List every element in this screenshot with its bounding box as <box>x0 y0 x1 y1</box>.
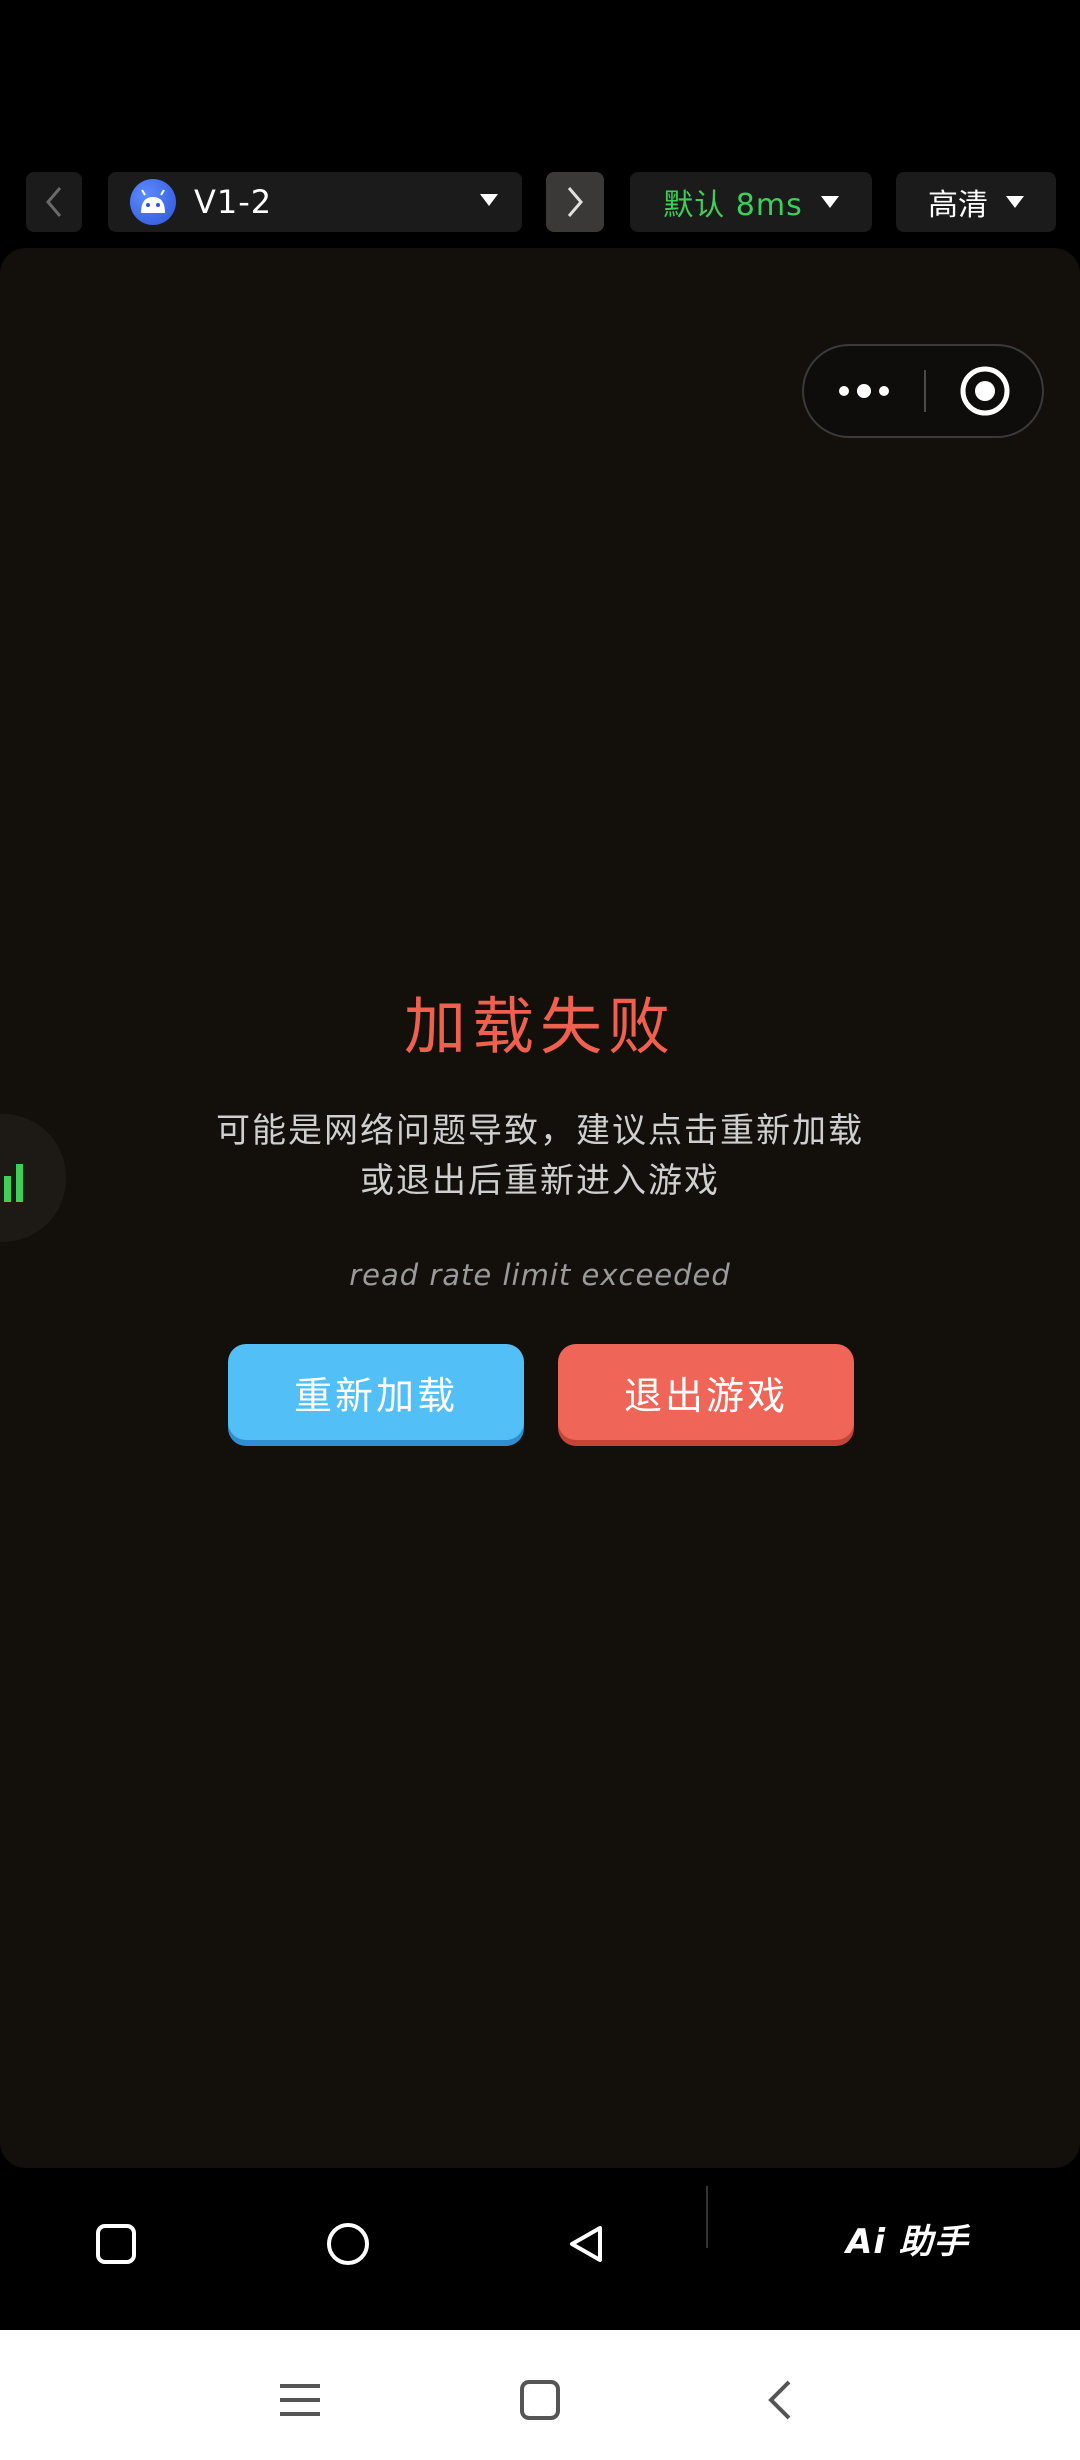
server-label: V1-2 <box>194 183 273 221</box>
target-icon <box>960 366 1010 416</box>
system-menu-button[interactable] <box>270 2370 330 2430</box>
more-button[interactable] <box>804 346 924 436</box>
error-detail: read rate limit exceeded <box>349 1258 731 1292</box>
latency-label: 默认 8ms <box>663 188 803 223</box>
next-button[interactable] <box>546 172 604 232</box>
more-dots-icon <box>839 384 889 398</box>
back-chevron-icon <box>768 2380 791 2420</box>
system-nav-bar <box>0 2330 1080 2460</box>
nav-divider <box>706 2186 708 2248</box>
error-title: 加载失败 <box>403 990 676 1063</box>
server-selector[interactable]: V1-2 <box>108 172 522 232</box>
stream-nav-bar: Ai 助手 <box>0 2170 1080 2330</box>
quality-label: 高清 <box>928 188 988 223</box>
mini-program-capsule <box>802 344 1044 438</box>
latency-selector[interactable]: 默认 8ms <box>630 172 872 232</box>
chevron-down-icon <box>1006 196 1024 208</box>
close-target-button[interactable] <box>926 346 1044 436</box>
side-float-tab[interactable] <box>0 1114 66 1242</box>
chevron-right-icon <box>567 187 583 217</box>
error-desc-line1: 可能是网络问题导致，建议点击重新加载 <box>216 1111 864 1151</box>
system-back-button[interactable] <box>750 2370 810 2430</box>
error-description: 可能是网络问题导致，建议点击重新加载 或退出后重新进入游戏 <box>140 1106 940 1206</box>
reload-button[interactable]: 重新加载 <box>228 1344 524 1440</box>
system-home-button[interactable] <box>510 2370 570 2430</box>
chevron-down-icon <box>480 194 498 206</box>
recents-button[interactable] <box>86 2214 146 2274</box>
triangle-back-icon <box>570 2226 602 2262</box>
stream-toolbar: V1-2 默认 8ms 高清 <box>0 172 1080 236</box>
signal-bars-icon <box>4 1164 23 1202</box>
game-viewport: 加载失败 可能是网络问题导致，建议点击重新加载 或退出后重新进入游戏 read … <box>0 248 1080 2168</box>
chevron-down-icon <box>820 196 839 208</box>
android-icon <box>130 179 176 225</box>
menu-icon <box>280 2384 320 2416</box>
back-button[interactable] <box>556 2214 616 2274</box>
prev-button[interactable] <box>26 172 82 232</box>
quality-selector[interactable]: 高清 <box>896 172 1056 232</box>
home-button[interactable] <box>318 2214 378 2274</box>
circle-icon <box>327 2223 369 2265</box>
square-icon <box>96 2224 136 2264</box>
error-desc-line2: 或退出后重新进入游戏 <box>360 1161 720 1201</box>
ai-assistant-button[interactable]: Ai 助手 <box>846 2214 969 2263</box>
home-square-icon <box>520 2380 560 2420</box>
chevron-left-icon <box>46 187 62 217</box>
exit-game-button[interactable]: 退出游戏 <box>558 1344 854 1440</box>
